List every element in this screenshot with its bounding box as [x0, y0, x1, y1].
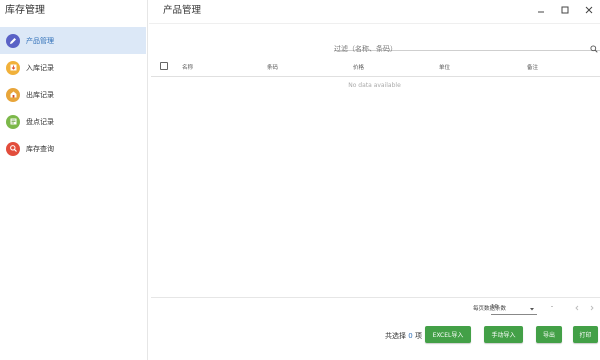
inventory-check-icon — [6, 114, 20, 129]
main-panel: 产品管理 名称 条码 价格 单位 备注 No data available 每页… — [149, 0, 600, 360]
sidebar-item-label: 库存查询 — [26, 144, 54, 153]
sidebar-item-label: 出库记录 — [26, 90, 54, 99]
minimize-icon[interactable] — [535, 4, 547, 16]
column-header-price[interactable]: 价格 — [353, 63, 364, 71]
search-icon[interactable] — [590, 38, 598, 57]
page-title: 产品管理 — [163, 5, 202, 16]
filter-input[interactable] — [334, 42, 584, 56]
window-controls — [535, 4, 595, 16]
table-header: 名称 条码 价格 单位 备注 — [151, 57, 600, 77]
sidebar-item-label: 入库记录 — [26, 63, 54, 72]
rows-per-page-value: 10 — [491, 304, 498, 310]
previous-page-icon[interactable] — [572, 303, 582, 313]
maximize-icon[interactable] — [559, 4, 571, 16]
rows-per-page-select[interactable]: 10 — [491, 304, 537, 315]
export-button[interactable]: 导出 — [536, 326, 562, 343]
sidebar: 库存管理 产品管理 入库记录 出库记录 盘点记录 库存查询 — [0, 0, 148, 360]
column-header-remark[interactable]: 备注 — [527, 63, 538, 71]
title-divider — [149, 23, 600, 24]
stock-search-icon — [6, 141, 20, 156]
selection-count: 0 — [408, 332, 413, 340]
manual-import-button[interactable]: 手动导入 — [484, 326, 523, 343]
close-icon[interactable] — [583, 4, 595, 16]
stock-in-icon — [6, 60, 20, 75]
excel-import-button[interactable]: EXCEL导入 — [425, 326, 471, 343]
selection-suffix: 项 — [414, 332, 422, 340]
stock-out-icon — [6, 87, 20, 102]
column-header-name[interactable]: 名称 — [182, 63, 193, 71]
select-all-checkbox[interactable] — [160, 62, 168, 70]
sidebar-item-product-management[interactable]: 产品管理 — [0, 27, 146, 54]
column-header-unit[interactable]: 单位 — [439, 63, 450, 71]
sidebar-item-stock-search[interactable]: 库存查询 — [0, 135, 146, 162]
page-range-text: - — [551, 304, 553, 310]
selection-prefix: 共选择 — [385, 332, 406, 340]
sidebar-item-label: 产品管理 — [26, 36, 54, 45]
sidebar-item-label: 盘点记录 — [26, 117, 54, 126]
sidebar-item-stock-in[interactable]: 入库记录 — [0, 54, 146, 81]
app-title: 库存管理 — [5, 5, 45, 16]
sidebar-item-stock-out[interactable]: 出库记录 — [0, 81, 146, 108]
sidebar-item-inventory-check[interactable]: 盘点记录 — [0, 108, 146, 135]
footer-divider — [151, 297, 600, 298]
product-edit-icon — [6, 33, 20, 48]
empty-state-text: No data available — [348, 82, 401, 89]
filter-field — [334, 36, 600, 56]
column-header-barcode[interactable]: 条码 — [267, 63, 278, 71]
chevron-down-icon — [529, 306, 535, 314]
sidebar-nav: 产品管理 入库记录 出库记录 盘点记录 库存查询 — [0, 27, 146, 162]
next-page-icon[interactable] — [587, 303, 597, 313]
selection-summary: 共选择 0 项 — [385, 331, 422, 341]
print-button[interactable]: 打印 — [573, 326, 598, 343]
